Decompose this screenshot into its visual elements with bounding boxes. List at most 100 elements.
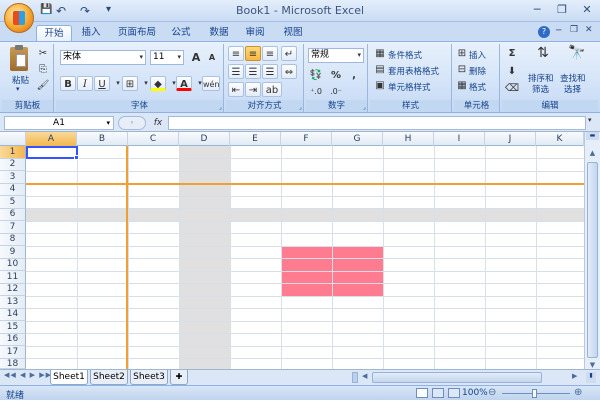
- selected-cell-a1[interactable]: [26, 146, 79, 160]
- align-center-icon[interactable]: ☰: [245, 64, 261, 79]
- row-header-4[interactable]: 4: [0, 184, 26, 196]
- delete-cells-button[interactable]: 删除: [469, 65, 486, 77]
- decrease-decimal-icon[interactable]: .0⁻: [328, 84, 344, 99]
- select-label[interactable]: 选择: [564, 83, 581, 95]
- row-header-17[interactable]: 17: [0, 346, 26, 359]
- comma-style-button[interactable]: ,: [346, 68, 362, 83]
- page-layout-view-icon[interactable]: [432, 388, 444, 398]
- row-header-16[interactable]: 16: [0, 334, 26, 346]
- delete-cells-icon[interactable]: ⊟: [454, 62, 470, 77]
- tab-insert[interactable]: 插入: [76, 25, 106, 42]
- format-cells-button[interactable]: 格式: [469, 81, 486, 93]
- expand-formula-bar-icon[interactable]: ▾: [588, 116, 598, 130]
- row-header-5[interactable]: 5: [0, 196, 26, 209]
- row-header-13[interactable]: 13: [0, 296, 26, 309]
- column-header-j[interactable]: J: [485, 132, 536, 146]
- cell-grid[interactable]: [26, 146, 584, 369]
- sheet-tab-2[interactable]: Sheet2: [90, 370, 128, 385]
- font-color-icon[interactable]: A: [176, 76, 192, 91]
- tab-review[interactable]: 审阅: [240, 25, 270, 42]
- currency-format-icon[interactable]: 💱: [308, 68, 324, 83]
- formula-bar-splitter-icon[interactable]: ◦: [118, 116, 146, 130]
- fill-icon[interactable]: ⬇: [504, 64, 520, 79]
- zoom-level[interactable]: 100%: [462, 388, 488, 398]
- scroll-right-icon[interactable]: ▶: [572, 372, 577, 380]
- number-dialog-launcher-icon[interactable]: ⌟: [363, 103, 366, 111]
- select-all-corner[interactable]: [0, 132, 26, 146]
- borders-icon[interactable]: ⊞: [122, 76, 138, 91]
- phonetic-icon[interactable]: wén: [202, 76, 220, 91]
- clear-icon[interactable]: ⌫: [504, 81, 520, 96]
- shrink-font-icon[interactable]: A: [204, 50, 220, 65]
- fill-handle[interactable]: [74, 155, 79, 160]
- filter-label[interactable]: 筛选: [532, 83, 549, 95]
- increase-decimal-icon[interactable]: ⁺.0: [308, 84, 324, 99]
- row-header-7[interactable]: 7: [0, 221, 26, 234]
- column-header-i[interactable]: I: [434, 132, 485, 146]
- row-header-12[interactable]: 12: [0, 284, 26, 296]
- split-box-horizontal[interactable]: ▮: [586, 372, 596, 383]
- zoom-out-icon[interactable]: ⊖: [488, 387, 496, 398]
- grow-font-icon[interactable]: A: [188, 50, 204, 65]
- page-break-view-icon[interactable]: [448, 388, 460, 398]
- font-size-select[interactable]: 11 ▾: [150, 50, 184, 65]
- cell-styles-button[interactable]: 单元格样式: [388, 81, 431, 93]
- tab-formulas[interactable]: 公式: [166, 25, 196, 42]
- scroll-up-icon[interactable]: ▲: [586, 146, 599, 160]
- alignment-dialog-launcher-icon[interactable]: ⌟: [299, 103, 302, 111]
- ribbon-minimize-icon[interactable]: ─: [556, 26, 561, 36]
- help-icon[interactable]: ?: [538, 26, 550, 38]
- column-header-d[interactable]: D: [179, 132, 230, 146]
- name-box[interactable]: A1 ▾: [4, 116, 114, 130]
- merge-center-icon[interactable]: ⇔: [281, 64, 297, 79]
- minimize-button[interactable]: ─: [525, 2, 549, 18]
- underline-button[interactable]: U: [94, 76, 110, 91]
- decrease-indent-icon[interactable]: ⇤: [228, 82, 244, 97]
- row-header-9[interactable]: 9: [0, 246, 26, 259]
- conditional-format-button[interactable]: 条件格式: [388, 49, 422, 61]
- tab-view[interactable]: 视图: [278, 25, 308, 42]
- align-middle-icon[interactable]: ≡: [245, 46, 261, 61]
- name-box-dropdown-icon[interactable]: ▾: [106, 117, 110, 129]
- column-header-e[interactable]: E: [230, 132, 281, 146]
- row-header-3[interactable]: 3: [0, 171, 26, 184]
- row-header-10[interactable]: 10: [0, 259, 26, 271]
- copy-icon[interactable]: ⎘: [35, 62, 51, 77]
- scroll-left-icon[interactable]: ◀: [362, 372, 367, 380]
- insert-function-icon[interactable]: fx: [150, 116, 166, 130]
- formula-input[interactable]: [168, 116, 586, 130]
- paste-button-label[interactable]: 粘贴: [12, 74, 29, 86]
- normal-view-icon[interactable]: [416, 388, 428, 398]
- office-button[interactable]: [4, 3, 34, 33]
- cell-styles-icon[interactable]: ▣: [372, 78, 388, 93]
- format-as-table-icon[interactable]: ▤: [372, 62, 388, 77]
- find-select-icon[interactable]: 🔭: [566, 46, 588, 66]
- ribbon-restore-icon[interactable]: ❐: [570, 25, 578, 35]
- row-header-14[interactable]: 14: [0, 309, 26, 321]
- column-header-f[interactable]: F: [281, 132, 332, 146]
- row-header-15[interactable]: 15: [0, 321, 26, 334]
- sheet-nav-icons[interactable]: ◀◀ ◀ ▶ ▶▶: [4, 371, 52, 379]
- sheet-tab-3[interactable]: Sheet3: [130, 370, 168, 385]
- insert-cells-icon[interactable]: ⊞: [454, 46, 470, 61]
- vertical-scrollbar[interactable]: ▬ ▲ ▼: [584, 132, 600, 369]
- format-painter-icon[interactable]: 🖌: [35, 78, 51, 93]
- horizontal-scroll-thumb[interactable]: [372, 372, 542, 383]
- row-header-11[interactable]: 11: [0, 271, 26, 284]
- column-header-c[interactable]: C: [128, 132, 179, 146]
- insert-sheet-icon[interactable]: ✚: [170, 370, 188, 385]
- font-name-select[interactable]: 宋体 ▾: [60, 50, 146, 65]
- row-header-1[interactable]: 1: [0, 146, 26, 159]
- number-format-select[interactable]: 常规 ▾: [308, 48, 364, 63]
- column-header-h[interactable]: H: [383, 132, 434, 146]
- row-header-6[interactable]: 6: [0, 209, 26, 221]
- increase-indent-icon[interactable]: ⇥: [245, 82, 261, 97]
- conditional-format-icon[interactable]: ▦: [372, 46, 388, 61]
- cut-icon[interactable]: ✂: [35, 46, 51, 61]
- sort-filter-icon[interactable]: ⇅: [532, 46, 554, 66]
- align-top-icon[interactable]: ≡: [228, 46, 244, 61]
- tab-split-handle[interactable]: [352, 372, 358, 383]
- column-header-k[interactable]: K: [536, 132, 584, 146]
- row-header-8[interactable]: 8: [0, 234, 26, 246]
- orientation-icon[interactable]: ab: [262, 82, 282, 97]
